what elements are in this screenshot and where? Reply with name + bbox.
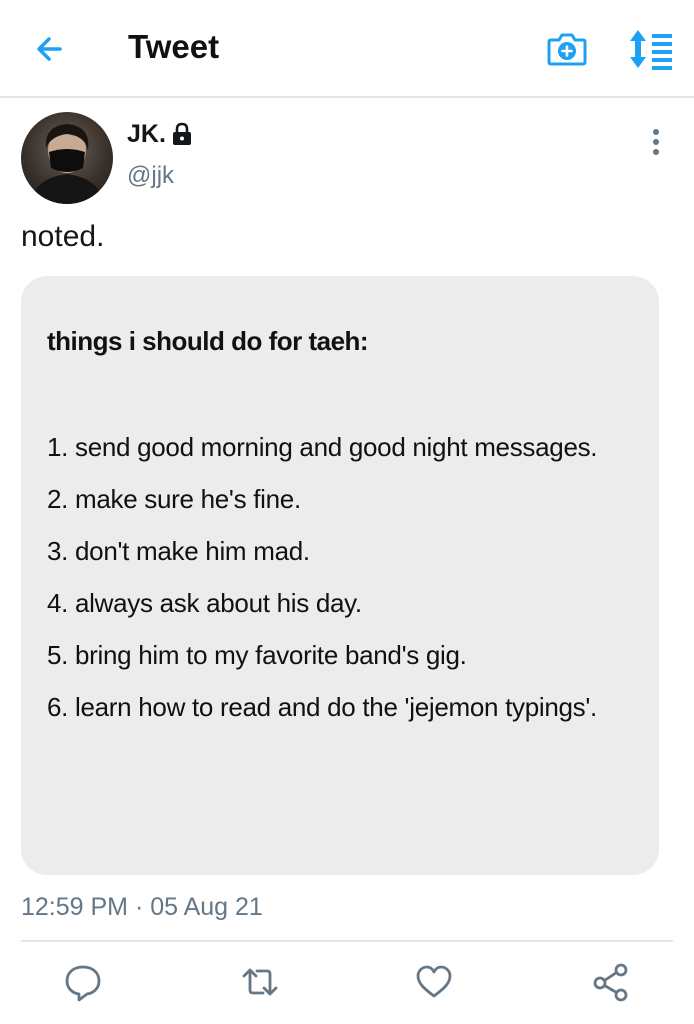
lock-icon: [173, 122, 191, 145]
note-item: 1. send good morning and good night mess…: [47, 432, 598, 462]
share-button[interactable]: [591, 962, 631, 1002]
tweet-text: noted.: [21, 220, 105, 253]
page-title: Tweet: [128, 28, 220, 65]
tweet-timestamp: 12:59 PM · 05 Aug 21: [21, 893, 263, 921]
note-item: 4. always ask about his day.: [47, 588, 362, 618]
divider: [21, 940, 673, 942]
camera-plus-icon: [547, 33, 587, 66]
retweet-button[interactable]: [240, 962, 280, 1002]
top-app-bar: Tweet: [0, 0, 694, 98]
reply-button[interactable]: [63, 962, 103, 1002]
sort-list-icon: [630, 30, 672, 70]
attached-image[interactable]: things i should do for taeh: 1. send goo…: [21, 276, 659, 875]
note-title: things i should do for taeh:: [47, 326, 369, 356]
note-item: 5. bring him to my favorite band's gig.: [47, 640, 467, 670]
note-item: 2. make sure he's fine.: [47, 484, 301, 514]
heart-icon: [416, 965, 452, 998]
like-button[interactable]: [414, 962, 454, 1002]
retweet-icon: [242, 968, 278, 996]
note-item: 6. learn how to read and do the 'jejemon…: [47, 692, 597, 722]
camera-button[interactable]: [546, 28, 588, 70]
more-vertical-icon: [653, 129, 659, 155]
user-handle[interactable]: @jjk: [127, 162, 174, 190]
sort-button[interactable]: [626, 28, 676, 70]
display-name[interactable]: JK.: [127, 120, 166, 149]
note-list: 1. send good morning and good night mess…: [47, 430, 627, 742]
arrow-left-icon: [37, 37, 62, 61]
avatar-photo: [29, 124, 105, 204]
share-icon: [593, 963, 628, 1002]
back-button[interactable]: [30, 30, 70, 70]
comment-icon: [65, 965, 101, 1002]
avatar[interactable]: [21, 112, 113, 204]
note-item: 3. don't make him mad.: [47, 536, 310, 566]
more-options-button[interactable]: [644, 128, 668, 156]
